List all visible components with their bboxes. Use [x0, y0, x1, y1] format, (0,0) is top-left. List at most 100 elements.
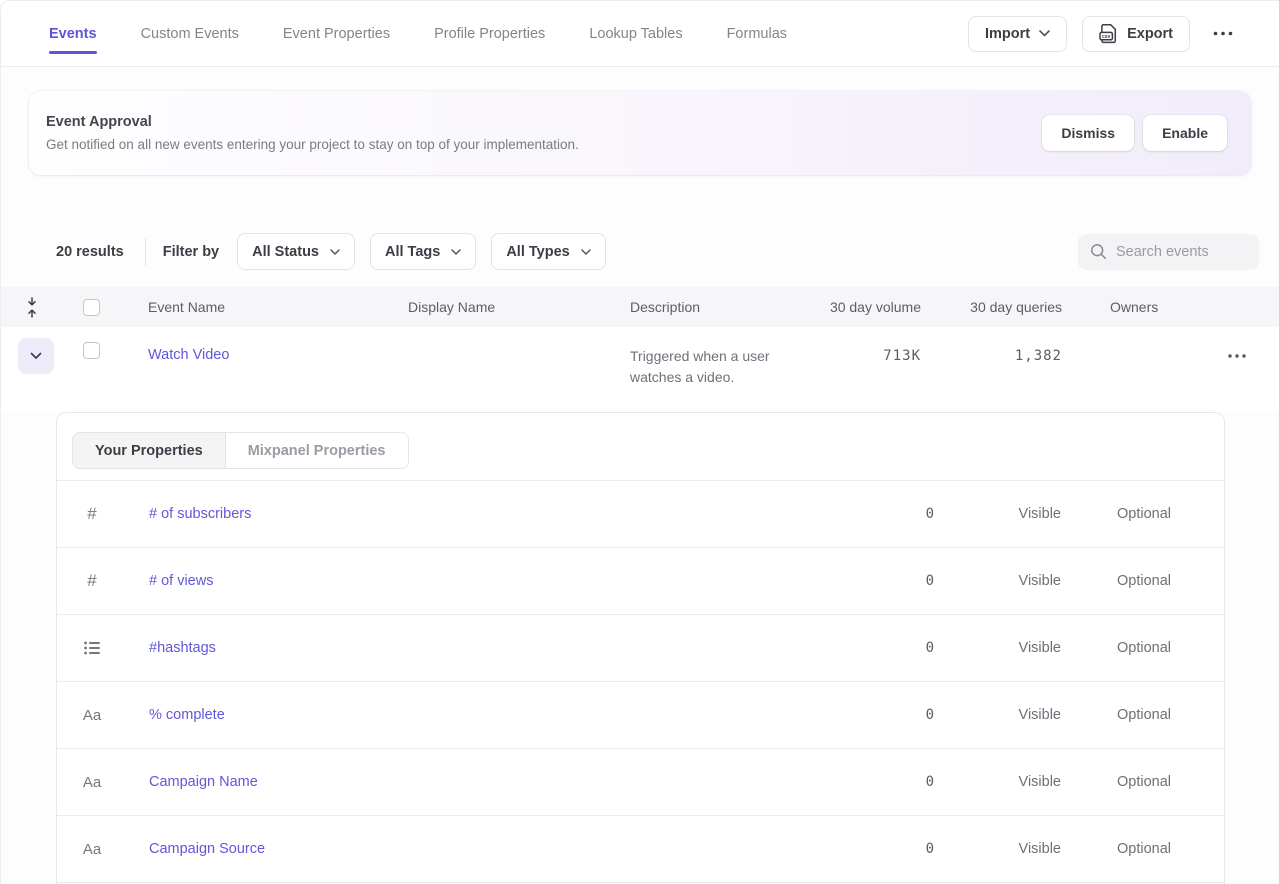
status-filter-dropdown[interactable]: All Status [237, 233, 355, 270]
property-requirement: Optional [1061, 841, 1171, 857]
property-visibility: Visible [935, 841, 1061, 857]
chevron-down-icon [330, 249, 340, 255]
event-description: Triggered when a user watches a video. [630, 327, 802, 412]
import-button-label: Import [985, 26, 1030, 42]
property-name-link[interactable]: # of views [117, 573, 825, 589]
property-name-link[interactable]: % complete [117, 707, 825, 723]
export-button-label: Export [1127, 26, 1173, 42]
nav-tabs: Events Custom Events Event Properties Pr… [49, 1, 787, 66]
text-type-glyph: Aa [83, 841, 101, 858]
number-type-icon: # [57, 504, 117, 524]
events-table-header: Event Name Display Name Description 30 d… [1, 287, 1279, 327]
column-header-event-name[interactable]: Event Name [115, 299, 408, 315]
list-type-icon [57, 641, 117, 655]
number-type-glyph: # [87, 571, 96, 591]
tab-events[interactable]: Events [49, 1, 97, 66]
property-requirement: Optional [1061, 573, 1171, 589]
nav-actions: Import csv Export [968, 16, 1241, 52]
properties-tab-switcher: Your Properties Mixpanel Properties [72, 432, 409, 469]
banner-text: Event Approval Get notified on all new e… [46, 114, 579, 152]
column-header-volume[interactable]: 30 day volume [821, 299, 921, 315]
import-button[interactable]: Import [968, 16, 1067, 52]
status-filter-value: All Status [252, 244, 319, 260]
banner-title: Event Approval [46, 114, 579, 130]
property-count: 0 [825, 573, 935, 589]
event-approval-banner: Event Approval Get notified on all new e… [29, 91, 1251, 175]
divider [145, 238, 146, 266]
select-all-checkbox[interactable] [83, 299, 100, 316]
column-header-owners[interactable]: Owners [1062, 299, 1181, 315]
chevron-down-icon [1039, 30, 1050, 37]
event-name-link[interactable]: Watch Video [115, 327, 408, 412]
property-requirement: Optional [1061, 506, 1171, 522]
types-filter-dropdown[interactable]: All Types [491, 233, 605, 270]
enable-button[interactable]: Enable [1143, 115, 1227, 151]
column-header-description[interactable]: Description [630, 299, 821, 315]
more-options-button[interactable] [1205, 27, 1241, 40]
property-row: Aa % complete 0 Visible Optional [57, 682, 1224, 749]
tab-mixpanel-properties[interactable]: Mixpanel Properties [226, 433, 408, 468]
collapse-all-button[interactable] [1, 297, 63, 318]
property-visibility: Visible [935, 774, 1061, 790]
row-checkbox[interactable] [83, 342, 100, 359]
top-nav: Events Custom Events Event Properties Pr… [1, 1, 1279, 67]
property-visibility: Visible [935, 573, 1061, 589]
row-actions-button[interactable] [1220, 350, 1254, 362]
tab-custom-events[interactable]: Custom Events [141, 1, 239, 66]
event-queries: 1,382 [921, 327, 1062, 412]
collapse-all-icon [26, 297, 38, 318]
lexicon-page: Events Custom Events Event Properties Pr… [0, 0, 1279, 884]
tab-custom-events-label: Custom Events [141, 26, 239, 42]
property-name-link[interactable]: Campaign Name [117, 774, 825, 790]
property-visibility: Visible [935, 506, 1061, 522]
tags-filter-dropdown[interactable]: All Tags [370, 233, 476, 270]
text-type-glyph: Aa [83, 774, 101, 791]
property-visibility: Visible [935, 640, 1061, 656]
property-requirement: Optional [1061, 707, 1171, 723]
event-volume: 713K [821, 327, 921, 412]
tab-formulas[interactable]: Formulas [727, 1, 787, 66]
property-row: #hashtags 0 Visible Optional [57, 615, 1224, 682]
tags-filter-value: All Tags [385, 244, 440, 260]
csv-file-icon: csv [1099, 23, 1118, 44]
chevron-down-icon [581, 249, 591, 255]
types-filter-value: All Types [506, 244, 569, 260]
dismiss-button[interactable]: Dismiss [1042, 115, 1134, 151]
results-count: 20 results [56, 244, 124, 260]
property-name-link[interactable]: #hashtags [117, 640, 825, 656]
column-header-display-name[interactable]: Display Name [408, 299, 630, 315]
tab-lookup-tables[interactable]: Lookup Tables [589, 1, 682, 66]
property-row: # # of subscribers 0 Visible Optional [57, 481, 1224, 548]
svg-text:csv: csv [1102, 34, 1111, 40]
property-count: 0 [825, 506, 935, 522]
property-name-link[interactable]: Campaign Source [117, 841, 825, 857]
tab-profile-properties[interactable]: Profile Properties [434, 1, 545, 66]
banner-actions: Dismiss Enable [1042, 115, 1227, 151]
filter-bar: 20 results Filter by All Status All Tags… [56, 233, 1259, 270]
tab-lookup-tables-label: Lookup Tables [589, 26, 682, 42]
text-type-icon: Aa [57, 707, 117, 724]
tab-your-properties[interactable]: Your Properties [73, 433, 226, 468]
property-count: 0 [825, 774, 935, 790]
tab-formulas-label: Formulas [727, 26, 787, 42]
number-type-glyph: # [87, 504, 96, 524]
property-row: # # of views 0 Visible Optional [57, 548, 1224, 615]
export-button[interactable]: csv Export [1082, 16, 1190, 52]
chevron-down-icon [30, 352, 42, 360]
ellipsis-icon [1213, 31, 1233, 36]
property-name-link[interactable]: # of subscribers [117, 506, 825, 522]
search-input[interactable] [1116, 244, 1247, 260]
number-type-icon: # [57, 571, 117, 591]
search-box[interactable] [1078, 234, 1259, 270]
property-count: 0 [825, 841, 935, 857]
properties-tabs: Your Properties Mixpanel Properties [57, 413, 1224, 481]
tab-event-properties[interactable]: Event Properties [283, 1, 390, 66]
property-count: 0 [825, 707, 935, 723]
collapse-row-button[interactable] [18, 338, 54, 374]
event-owners [1062, 327, 1181, 412]
property-visibility: Visible [935, 707, 1061, 723]
tab-events-label: Events [49, 26, 97, 42]
column-header-queries[interactable]: 30 day queries [921, 299, 1062, 315]
property-requirement: Optional [1061, 774, 1171, 790]
event-row: Watch Video Triggered when a user watche… [1, 327, 1279, 412]
